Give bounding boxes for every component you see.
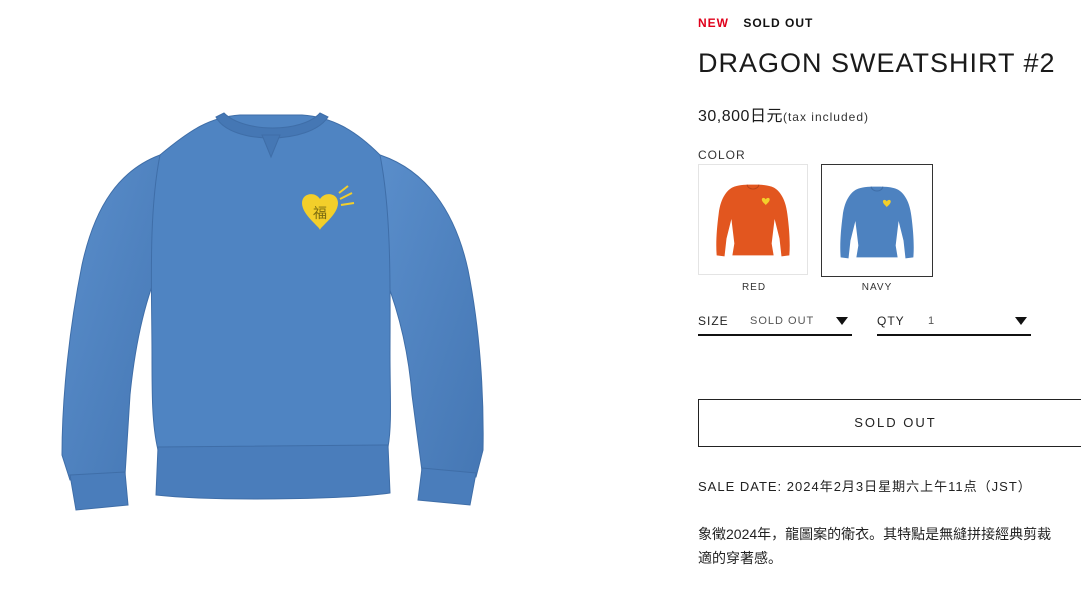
svg-text:福: 福 bbox=[313, 206, 327, 222]
size-label: SIZE bbox=[698, 314, 729, 328]
sweatshirt-thumbnail-navy-icon bbox=[840, 186, 914, 259]
description-line-2: 適的穿著感。 bbox=[698, 550, 782, 566]
product-details-panel: NEW SOLD OUT DRAGON SWEATSHIRT #2 30,800… bbox=[698, 0, 1081, 594]
badge-row: NEW SOLD OUT bbox=[698, 16, 813, 30]
color-swatch-red[interactable] bbox=[698, 164, 808, 275]
chevron-down-icon bbox=[1015, 317, 1027, 325]
product-description: 象徵2024年，龍圖案的衛衣。其特點是無縫拼接經典剪裁 適的穿著感。 bbox=[698, 522, 1081, 570]
qty-label: QTY bbox=[877, 314, 905, 328]
qty-value: 1 bbox=[928, 315, 936, 327]
color-swatch-navy[interactable] bbox=[821, 164, 933, 277]
product-title: DRAGON SWEATSHIRT #2 bbox=[698, 48, 1056, 78]
sold-out-badge: SOLD OUT bbox=[743, 16, 814, 30]
color-name-red: RED bbox=[741, 282, 767, 293]
price-value: 30,800日元 bbox=[698, 108, 783, 125]
size-select[interactable]: SIZE SOLD OUT bbox=[698, 312, 852, 336]
chevron-down-icon bbox=[836, 317, 848, 325]
product-main-image: 福 bbox=[40, 95, 500, 535]
price-tax-note: (tax included) bbox=[782, 110, 869, 124]
price: 30,800日元(tax included) bbox=[698, 102, 869, 126]
qty-select[interactable]: QTY 1 bbox=[877, 312, 1031, 336]
sale-date: SALE DATE: 2024年2月3日星期六上午11点（JST） bbox=[698, 479, 1032, 494]
size-value: SOLD OUT bbox=[750, 315, 815, 327]
sold-out-button[interactable]: SOLD OUT bbox=[698, 399, 1081, 447]
color-label: COLOR bbox=[698, 148, 746, 162]
new-badge: NEW bbox=[698, 16, 729, 30]
color-name-navy: NAVY bbox=[861, 282, 893, 293]
description-line-1: 象徵2024年，龍圖案的衛衣。其特點是無縫拼接經典剪裁 bbox=[698, 526, 1052, 542]
sweatshirt-image: 福 bbox=[61, 112, 484, 511]
sweatshirt-thumbnail-red-icon bbox=[716, 184, 790, 257]
